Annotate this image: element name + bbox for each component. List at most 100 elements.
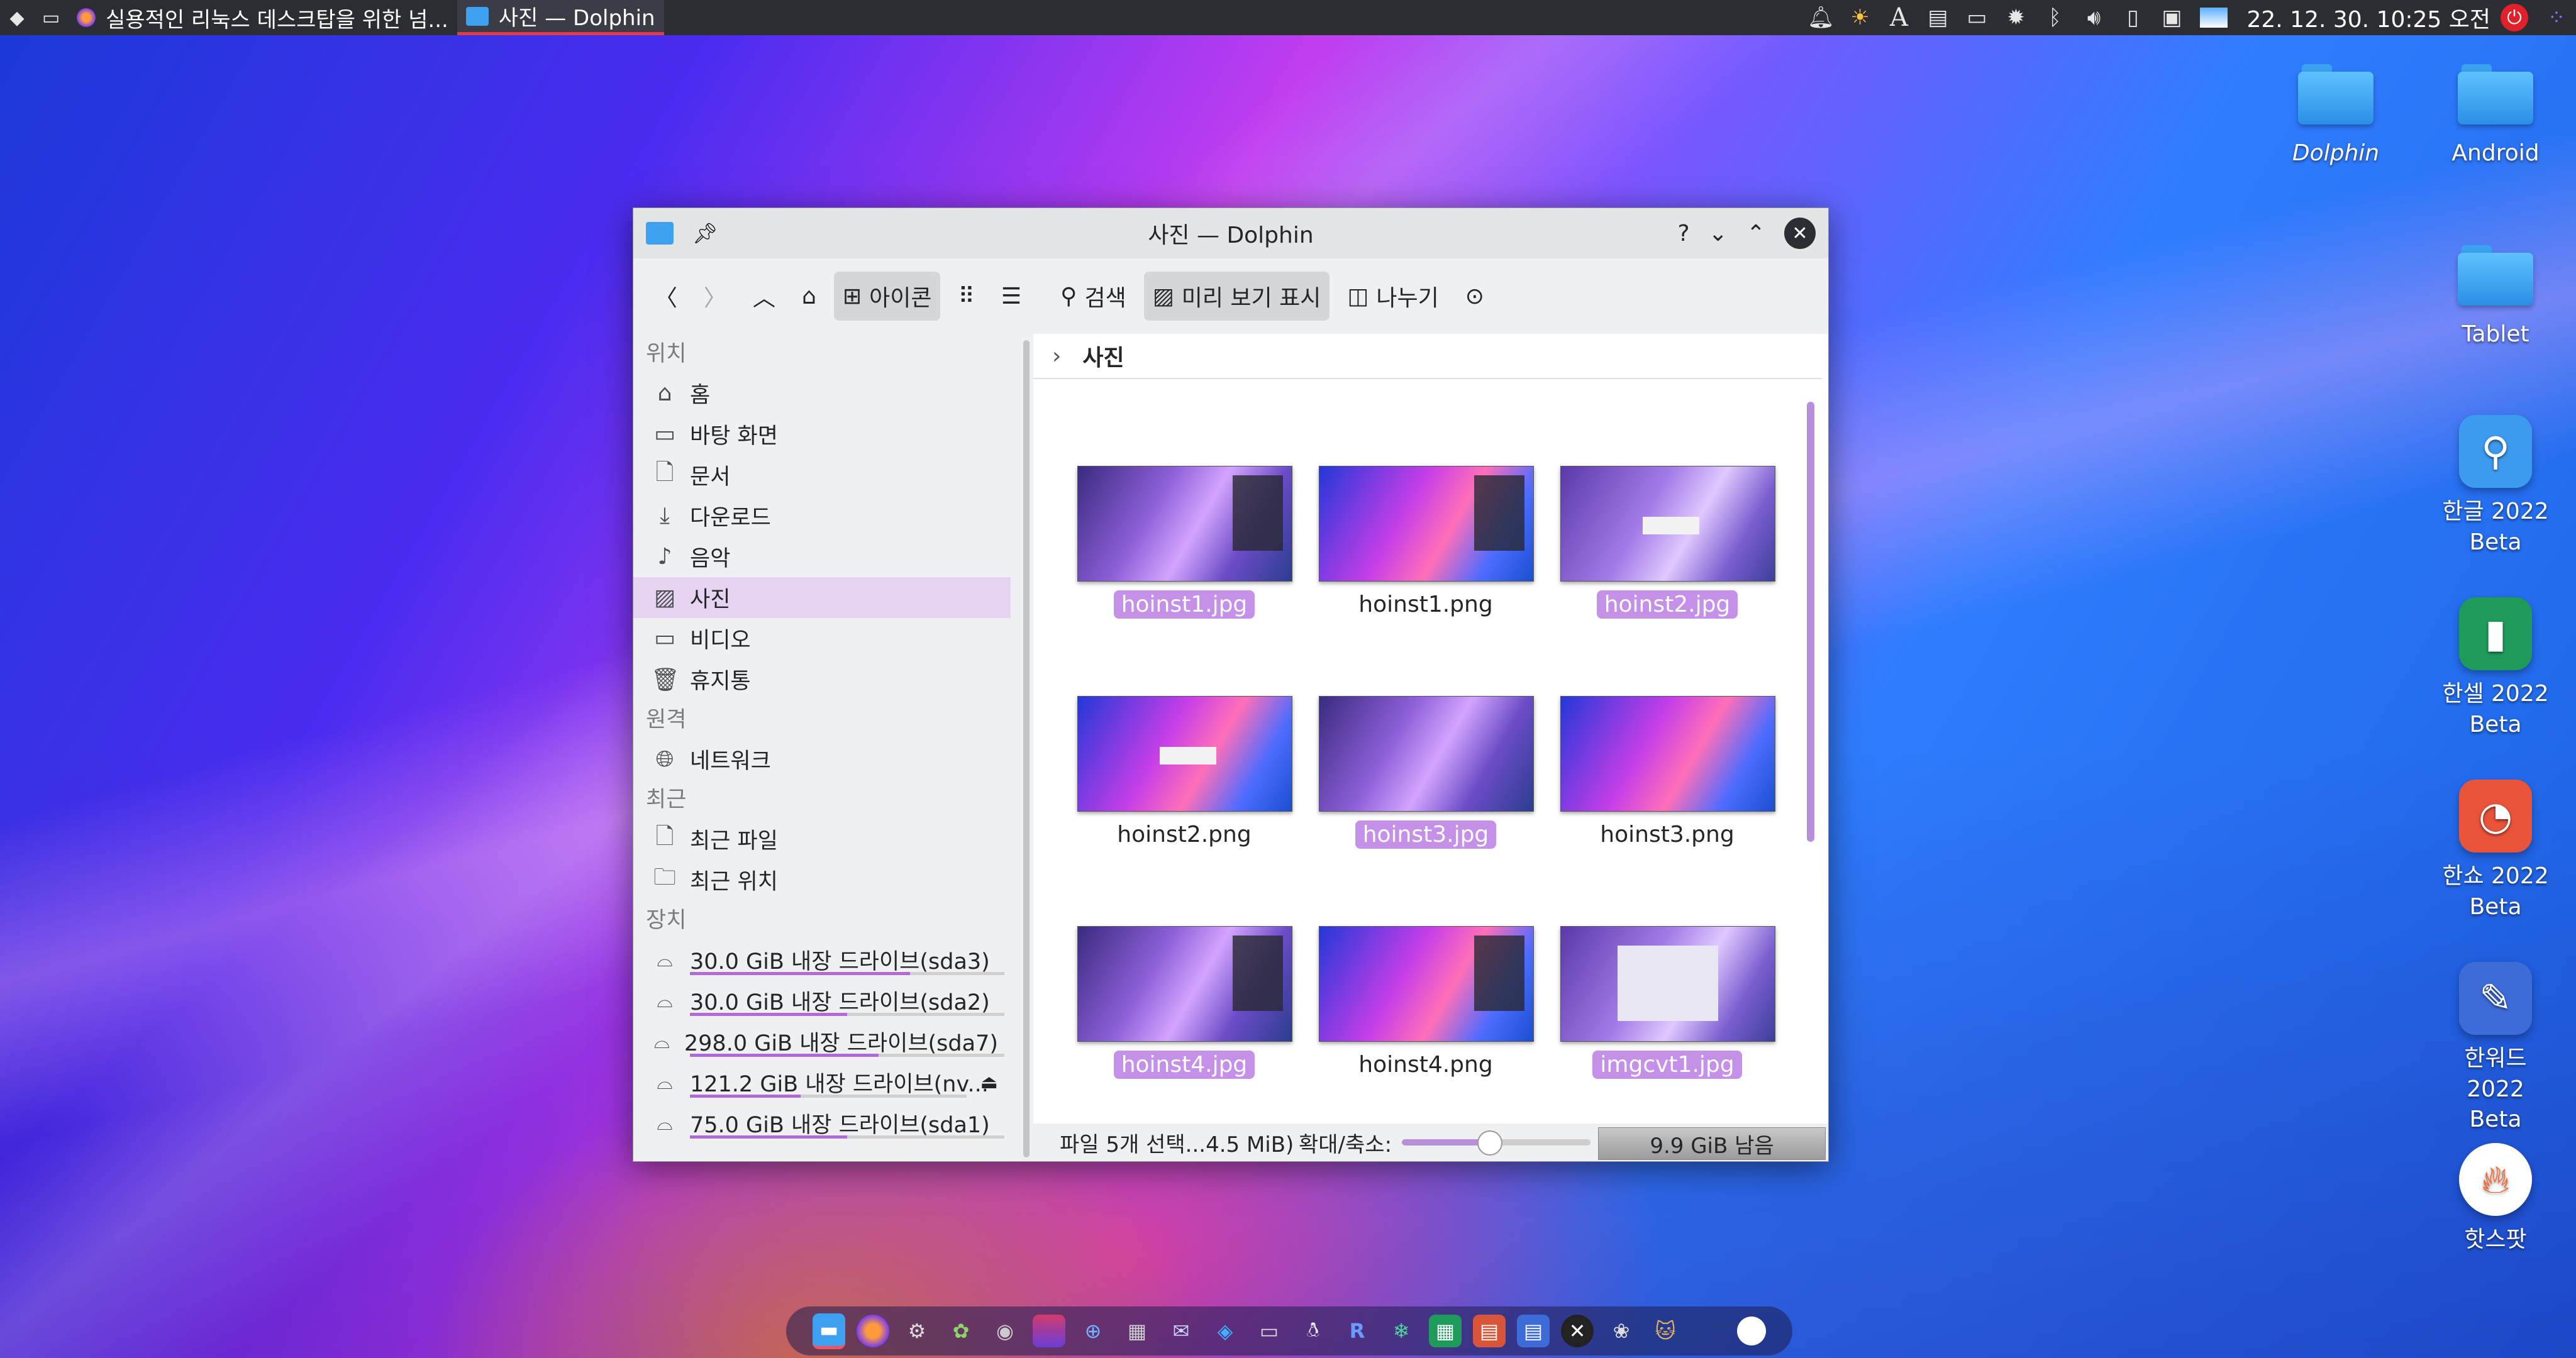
home-button[interactable]: ⌂	[793, 272, 825, 321]
window-titlebar[interactable]: 📌︎ 사진 — Dolphin ? ⌄ ⌃ ✕	[633, 208, 1828, 258]
split-button[interactable]: ◫ 나누기	[1338, 272, 1447, 321]
desktop-icon-hanword[interactable]: ✎ 한워드 2022 Beta	[2426, 962, 2565, 1135]
calc-dock-icon[interactable]: ▦	[1429, 1315, 1462, 1347]
desktop-icon-hancell[interactable]: ▮ 한셀 2022 Beta	[2426, 597, 2565, 740]
impress-dock-icon[interactable]: ▤	[1473, 1315, 1506, 1347]
terminal-dock-icon[interactable]: ▭	[1253, 1315, 1285, 1347]
file-item[interactable]: hoinst4.jpg	[1077, 926, 1292, 1079]
bluetooth-icon[interactable]: ᛒ	[2044, 5, 2065, 30]
preview-button[interactable]: ▨ 미리 보기 표시	[1143, 272, 1330, 321]
sidebar-item-recent-locations[interactable]: 🗀︎ 최근 위치	[633, 859, 1011, 900]
show-desktop-icon[interactable]: ▭	[40, 7, 62, 29]
bugs-dock-icon[interactable]: ❀	[1605, 1315, 1638, 1347]
r-dock-icon[interactable]: R	[1341, 1315, 1374, 1347]
connect-dock-icon[interactable]: ⊕	[1077, 1315, 1109, 1347]
phone-icon[interactable]: ▯	[2122, 5, 2143, 30]
minimize-icon[interactable]: ⌄	[1709, 221, 1728, 246]
gimp-dock-icon[interactable]: 🐱︎	[1649, 1315, 1682, 1347]
desktop-icon-hangul[interactable]: ⚲ 한글 2022 Beta	[2426, 415, 2565, 558]
software-center-dock-icon[interactable]: ✿	[945, 1315, 977, 1347]
notifications-icon[interactable]: 🔔︎	[1807, 5, 1835, 30]
code-dock-icon[interactable]: ❄	[1385, 1315, 1418, 1347]
writer-dock-icon[interactable]: ▤	[1517, 1315, 1550, 1347]
close-icon[interactable]: ✕	[1784, 218, 1816, 249]
sidebar-item-drive[interactable]: ⌓ 298.0 GiB 내장 드라이브(sda7)	[633, 1021, 1011, 1062]
sidebar-item-music[interactable]: ♪ 음악	[633, 536, 1011, 577]
trash-dock-icon[interactable]	[1693, 1315, 1726, 1347]
pin-icon[interactable]: 📌︎	[692, 221, 718, 245]
more-button[interactable]: ⊙	[1457, 272, 1493, 321]
sidebar-item-pictures[interactable]: ▨ 사진	[633, 577, 1011, 618]
volume-icon[interactable]: 🔊︎	[2083, 5, 2104, 30]
chevron-right-icon[interactable]: ›	[1052, 343, 1061, 369]
sidebar-item-recent-files[interactable]: 🗋︎ 최근 파일	[633, 819, 1011, 859]
compact-view-button[interactable]: ⠿	[949, 272, 983, 321]
sidebar-item-drive[interactable]: ⌓ 30.0 GiB 내장 드라이브(sda2)	[633, 980, 1011, 1021]
zoom-slider[interactable]	[1402, 1130, 1591, 1156]
free-space-indicator[interactable]: 9.9 GiB 남음	[1598, 1127, 1826, 1160]
wallpaper-icon[interactable]	[2200, 8, 2228, 28]
weather-icon[interactable]: ☀	[1849, 5, 1870, 30]
input-method-icon[interactable]: A	[1888, 3, 1909, 32]
app-launcher-icon[interactable]: ◆	[6, 7, 28, 29]
sidebar-item-desktop[interactable]: ▭ 바탕 화면	[633, 414, 1011, 455]
sidebar-item-network[interactable]: 🌐︎ 네트워크	[633, 739, 1011, 780]
sidebar-item-drive[interactable]: ⌓ 30.0 GiB 내장 드라이브(sda3)	[633, 939, 1011, 980]
sidebar-item-drive[interactable]: ⌓ 75.0 GiB 내장 드라이브(sda1)	[633, 1103, 1011, 1144]
clock[interactable]: 22. 12. 30. 10:25 오전	[2246, 1, 2490, 34]
brightness-icon[interactable]: ✹	[2005, 5, 2026, 30]
mail-dock-icon[interactable]: ✉	[1165, 1315, 1197, 1347]
maximize-icon[interactable]: ⌃	[1746, 221, 1765, 246]
screen-icon[interactable]: ▣	[2161, 5, 2182, 30]
sidebar-item-downloads[interactable]: ⤓ 다운로드	[633, 495, 1011, 536]
up-button[interactable]: ︿	[744, 272, 784, 321]
sidebar-item-videos[interactable]: ▭ 비디오	[633, 618, 1011, 659]
image-viewer-dock-icon[interactable]	[1033, 1315, 1065, 1347]
breadcrumb[interactable]: › 사진	[1033, 334, 1822, 379]
sidebar-item-documents[interactable]: 🗋︎ 문서	[633, 455, 1011, 495]
desktop-icon-hotspot[interactable]: 🔥︎ 핫스팟	[2426, 1143, 2565, 1256]
kde-connect-icon[interactable]: ⁘	[2546, 5, 2567, 30]
kate-dock-icon[interactable]: ▦	[1121, 1315, 1153, 1347]
sidebar-item-home[interactable]: ⌂ 홈	[633, 373, 1011, 414]
sidebar-item-drive[interactable]: ⌓ 121.2 GiB 내장 드라이브(nv... ⏏	[633, 1062, 1011, 1103]
xnview-dock-icon[interactable]: ✕	[1561, 1315, 1594, 1347]
desktop-icon-dolphin[interactable]: Dolphin	[2267, 57, 2405, 169]
file-view[interactable]: › 사진 hoinst1.jpg hoinst1.png hoinst2.jpg…	[1033, 334, 1828, 1123]
file-item[interactable]: hoinst2.png	[1077, 696, 1292, 849]
icons-view-button[interactable]: ⊞ 아이콘	[833, 272, 941, 321]
sidebar-scrollbar[interactable]	[1023, 340, 1030, 1157]
eject-icon[interactable]: ⏏	[980, 1071, 998, 1093]
display-icon[interactable]: ▭	[1966, 5, 1987, 30]
breadcrumb-current[interactable]: 사진	[1082, 340, 1124, 372]
settings-dock-icon[interactable]: ⚙	[901, 1315, 933, 1347]
details-view-button[interactable]: ☰	[992, 272, 1030, 321]
desktop-icon-hanshow[interactable]: ◔ 한쇼 2022 Beta	[2426, 780, 2565, 922]
task-dolphin[interactable]: 사진 — Dolphin	[457, 0, 664, 35]
search-button[interactable]: ⚲ 검색	[1052, 272, 1135, 321]
file-item[interactable]: hoinst2.jpg	[1560, 466, 1775, 619]
file-item[interactable]: imgcvt1.jpg	[1560, 926, 1775, 1079]
linux-dock-icon[interactable]: 🐧︎	[1297, 1315, 1330, 1347]
file-item[interactable]: hoinst1.png	[1319, 466, 1534, 619]
back-button[interactable]: 〈	[646, 272, 686, 321]
file-item[interactable]: hoinst3.png	[1560, 696, 1775, 849]
network-dock-icon[interactable]: ◈	[1209, 1315, 1241, 1347]
forward-button[interactable]: 〉	[695, 272, 735, 321]
task-firefox[interactable]: 실용적인 리눅스 데스크탑을 위한 넘...	[68, 0, 457, 35]
desktop-icon-tablet[interactable]: Tablet	[2426, 238, 2565, 350]
file-item[interactable]: hoinst1.jpg	[1077, 466, 1292, 619]
file-item[interactable]: hoinst4.png	[1319, 926, 1534, 1079]
desktop-icon-android[interactable]: Android	[2426, 57, 2565, 169]
clipboard-icon[interactable]: ▤	[1927, 5, 1948, 30]
power-icon[interactable]: ⏻	[2501, 4, 2528, 31]
zoom-slider-handle[interactable]	[1477, 1130, 1503, 1156]
file-view-scrollbar[interactable]	[1807, 402, 1814, 842]
show-desktop-dock-icon[interactable]	[1737, 1317, 1766, 1345]
help-icon[interactable]: ?	[1678, 221, 1690, 246]
camera-dock-icon[interactable]: ◉	[989, 1315, 1021, 1347]
firefox-dock-icon[interactable]	[857, 1315, 889, 1347]
dolphin-dock-icon[interactable]: ▬	[813, 1313, 845, 1349]
sidebar-item-trash[interactable]: 🗑︎ 휴지통	[633, 659, 1011, 700]
file-item[interactable]: hoinst3.jpg	[1319, 696, 1534, 849]
